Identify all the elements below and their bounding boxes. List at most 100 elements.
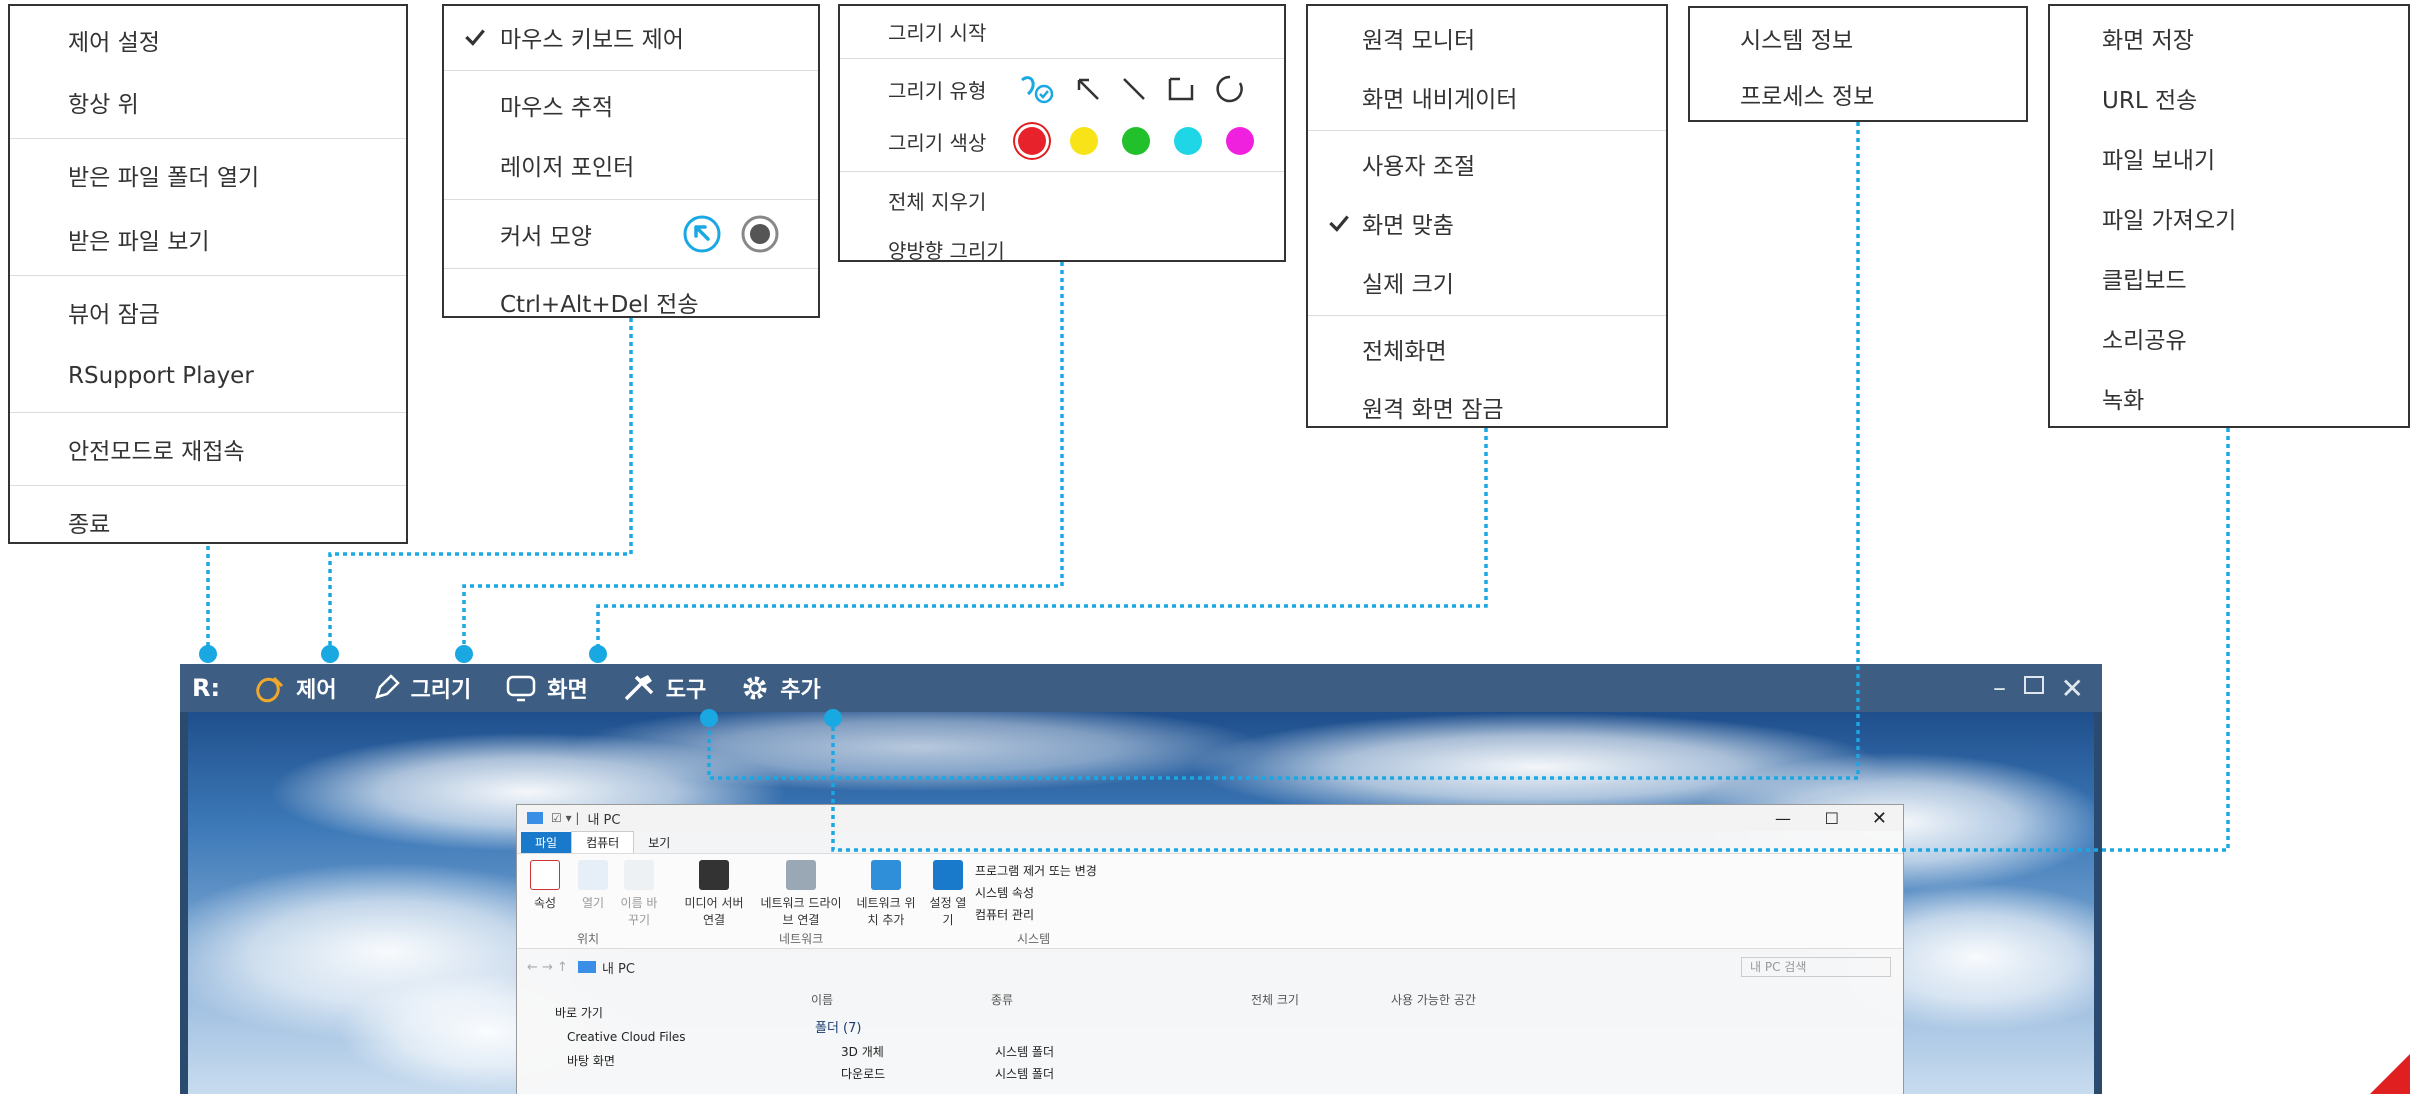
menu-item-draw-start[interactable]: 그리기 시작 — [840, 8, 1284, 54]
nav-item-desktop[interactable]: 바탕 화면 — [527, 1049, 777, 1073]
tab-screen[interactable]: 화면 — [505, 672, 588, 704]
system-properties-link[interactable]: 시스템 속성 — [975, 882, 1097, 904]
rsupport-logo: R: — [192, 674, 221, 702]
quick-access-icons[interactable]: ☑ ▾ | — [551, 811, 579, 825]
media-server-icon — [699, 860, 729, 890]
menu-item-actual-size[interactable]: 실제 크기 — [1308, 253, 1666, 311]
tab-view[interactable]: 보기 — [634, 832, 684, 853]
close-icon[interactable]: ✕ — [2061, 672, 2084, 705]
separator — [1308, 315, 1666, 316]
network-drive-button[interactable]: 네트워크 드라이브 연결 — [759, 860, 843, 928]
address-text[interactable]: 내 PC — [602, 958, 635, 977]
menu-item-exit[interactable]: 종료 — [10, 490, 406, 554]
media-server-button[interactable]: 미디어 서버 연결 — [679, 860, 749, 928]
control-icon — [256, 676, 284, 703]
menu-item-send-file[interactable]: 파일 보내기 — [2050, 128, 2408, 188]
list-item[interactable]: 3D 개체 시스템 폴더 — [823, 1041, 1323, 1063]
menu-item-process-info[interactable]: 프로세스 정보 — [1690, 66, 2026, 122]
arrow-draw-icon[interactable] — [1074, 75, 1102, 103]
cursor-arrow-icon[interactable] — [682, 214, 722, 254]
nav-back-forward-icon[interactable]: ← → ↑ — [527, 960, 568, 975]
rename-button[interactable]: 이름 바꾸기 — [617, 860, 661, 928]
properties-button[interactable]: 속성 — [525, 860, 565, 911]
minimize-icon[interactable]: – — [1993, 673, 2006, 703]
menu-item-screen-navigator[interactable]: 화면 내비게이터 — [1308, 68, 1666, 126]
tab-control[interactable]: 제어 — [254, 672, 337, 704]
menu-item-remote-screen-lock[interactable]: 원격 화면 잠금 — [1308, 378, 1666, 436]
menu-item-record[interactable]: 녹화 — [2050, 368, 2408, 428]
color-cyan[interactable] — [1174, 127, 1202, 155]
column-total-size[interactable]: 전체 크기 — [1251, 991, 1299, 1008]
menu-item-save-screen[interactable]: 화면 저장 — [2050, 8, 2408, 68]
properties-icon — [530, 860, 560, 890]
menu-item-open-received-folder[interactable]: 받은 파일 폴더 열기 — [10, 143, 406, 207]
folder-group-header[interactable]: 폴더 (7) — [815, 1017, 861, 1036]
line-draw-icon[interactable] — [1120, 75, 1148, 103]
menu-item-rsupport-player[interactable]: RSupport Player — [10, 344, 406, 408]
tab-tools[interactable]: 도구 — [622, 672, 706, 704]
menu-item-sound-share[interactable]: 소리공유 — [2050, 308, 2408, 368]
close-icon[interactable]: ✕ — [1872, 808, 1887, 829]
menu-item-safe-mode-reconnect[interactable]: 안전모드로 재접속 — [10, 417, 406, 481]
minimize-icon[interactable]: — — [1775, 809, 1791, 828]
pc-icon — [577, 961, 596, 973]
separator — [1308, 130, 1666, 131]
open-settings-button[interactable]: 설정 열기 — [927, 860, 969, 928]
menu-item-clipboard[interactable]: 클립보드 — [2050, 248, 2408, 308]
computer-management-link[interactable]: 컴퓨터 관리 — [975, 904, 1097, 926]
tab-draw[interactable]: 그리기 — [371, 672, 471, 704]
color-green[interactable] — [1122, 127, 1150, 155]
tab-file[interactable]: 파일 — [521, 831, 572, 853]
menu-item-cursor-shape: 커서 모양 — [444, 204, 818, 264]
tools-icon — [624, 675, 654, 701]
navigation-pane: 바로 가기 Creative Cloud Files 바탕 화면 — [527, 1001, 777, 1073]
menu-item-mouse-keyboard-control[interactable]: 마우스 키보드 제어 — [444, 8, 818, 66]
system-links: 프로그램 제거 또는 변경 시스템 속성 컴퓨터 관리 — [975, 860, 1097, 926]
menu-item-mouse-tracking[interactable]: 마우스 추적 — [444, 75, 818, 135]
color-red[interactable] — [1018, 127, 1046, 155]
menu-item-viewer-lock[interactable]: 뷰어 잠금 — [10, 280, 406, 344]
column-free-space[interactable]: 사용 가능한 공간 — [1391, 991, 1476, 1008]
menu-item-send-url[interactable]: URL 전송 — [2050, 68, 2408, 128]
color-magenta[interactable] — [1226, 127, 1254, 155]
menu-item-laser-pointer[interactable]: 레이저 포인터 — [444, 135, 818, 195]
menu-item-user-adjust[interactable]: 사용자 조절 — [1308, 135, 1666, 193]
settings-icon — [933, 860, 963, 890]
freehand-draw-icon[interactable] — [1018, 72, 1056, 106]
tab-computer[interactable]: 컴퓨터 — [571, 831, 635, 853]
menu-item-fullscreen[interactable]: 전체화면 — [1308, 320, 1666, 378]
nav-item-creative-cloud[interactable]: Creative Cloud Files — [527, 1025, 777, 1049]
column-name[interactable]: 이름 — [811, 991, 833, 1008]
menu-item-clear-all[interactable]: 전체 지우기 — [840, 176, 1284, 224]
search-input[interactable]: 내 PC 검색 — [1741, 957, 1891, 977]
column-type[interactable]: 종류 — [991, 991, 1013, 1008]
tools-menu: 시스템 정보 프로세스 정보 — [1688, 6, 2028, 122]
extra-menu: 화면 저장 URL 전송 파일 보내기 파일 가져오기 클립보드 소리공유 녹화 — [2048, 4, 2410, 428]
cursor-circle-icon[interactable] — [740, 214, 780, 254]
network-location-button[interactable]: 네트워크 위치 추가 — [851, 860, 921, 928]
group-network-label: 네트워크 — [779, 932, 824, 946]
menu-item-ctrl-alt-del[interactable]: Ctrl+Alt+Del 전송 — [444, 273, 818, 331]
maximize-icon[interactable]: ☐ — [1825, 809, 1839, 828]
open-button[interactable]: 열기 — [573, 860, 613, 911]
remote-screen[interactable]: ☑ ▾ | 내 PC — ☐ ✕ 파일 컴퓨터 보기 속성 열기 이름 바꾸기 … — [188, 712, 2094, 1094]
maximize-icon[interactable] — [2024, 676, 2044, 694]
explorer-title: 내 PC — [587, 812, 621, 828]
uninstall-link[interactable]: 프로그램 제거 또는 변경 — [975, 860, 1097, 882]
circle-draw-icon[interactable] — [1214, 73, 1246, 105]
tab-extra[interactable]: 추가 — [740, 672, 821, 704]
menu-item-control-settings[interactable]: 제어 설정 — [10, 10, 406, 70]
list-item[interactable]: 다운로드 시스템 폴더 — [823, 1063, 1323, 1085]
menu-item-view-received-files[interactable]: 받은 파일 보기 — [10, 207, 406, 271]
menu-item-always-on-top[interactable]: 항상 위 — [10, 70, 406, 134]
menu-item-remote-monitor[interactable]: 원격 모니터 — [1308, 8, 1666, 68]
color-yellow[interactable] — [1070, 127, 1098, 155]
menu-item-bidirectional-draw[interactable]: 양방향 그리기 — [840, 224, 1284, 274]
rectangle-draw-icon[interactable] — [1166, 75, 1196, 103]
menu-item-system-info[interactable]: 시스템 정보 — [1690, 10, 2026, 66]
menu-item-get-file[interactable]: 파일 가져오기 — [2050, 188, 2408, 248]
ribbon: 속성 열기 이름 바꾸기 위치 미디어 서버 연결 네트워크 드라이브 연결 네… — [517, 853, 1903, 949]
menu-item-fit-screen[interactable]: 화면 맞춤 — [1308, 193, 1666, 253]
nav-item-quick-access[interactable]: 바로 가기 — [527, 1001, 777, 1025]
viewer-window: ☑ ▾ | 내 PC — ☐ ✕ 파일 컴퓨터 보기 속성 열기 이름 바꾸기 … — [180, 664, 2102, 1094]
